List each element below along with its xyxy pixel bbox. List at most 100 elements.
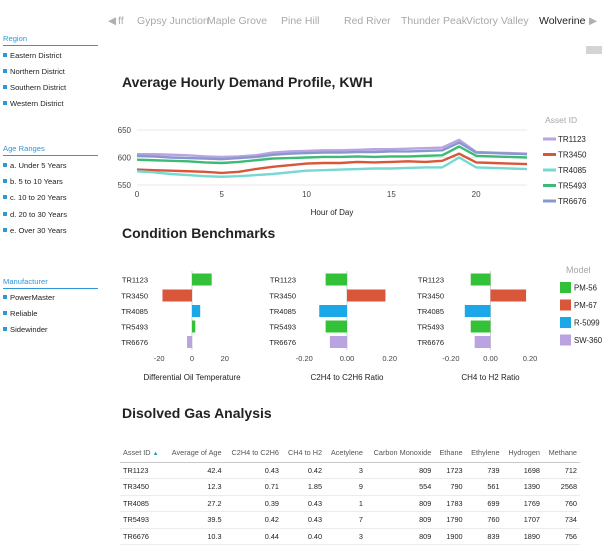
table-cell: 554	[365, 478, 435, 496]
bar-category-label: TR6676	[417, 338, 444, 347]
table-cell: 1390	[502, 478, 543, 496]
column-header-label: Ethylene	[471, 447, 500, 457]
legend-label: SW-360	[574, 336, 603, 345]
table-cell: 712	[542, 462, 580, 479]
x-tick-label: 15	[387, 190, 396, 199]
table-cell: 3	[325, 462, 366, 479]
table-cell: 1890	[502, 528, 543, 545]
table-cell: 3	[325, 528, 366, 545]
table-cell: 2568	[542, 478, 580, 496]
table-cell: 839	[465, 528, 503, 545]
column-header-label: Asset ID	[123, 447, 151, 457]
bar-tr3450	[162, 289, 192, 302]
column-header[interactable]: Ethane	[434, 443, 466, 463]
series-line-tr4085	[136, 156, 528, 178]
table-row[interactable]: TR3450 12.3 0.71 1.85 9 554 790 561 1390 2568	[120, 478, 580, 496]
bar-tr5493	[325, 320, 347, 333]
table-cell: 809	[365, 495, 435, 512]
x-tick-label: -0.20	[296, 354, 313, 363]
legend-label: TR5493	[558, 182, 587, 191]
bar-tr1123	[325, 273, 347, 286]
table-cell: 0.43	[224, 462, 282, 479]
column-header-label: Average of Age	[171, 447, 222, 457]
bar-category-label: TR1123	[418, 276, 444, 285]
legend-title: Asset ID	[545, 115, 577, 125]
bar-category-label: TR5493	[417, 323, 444, 332]
x-tick-label: 0	[190, 354, 194, 363]
table-cell: 1	[325, 495, 366, 512]
column-header[interactable]: Acetylene	[325, 443, 366, 463]
table-cell: TR6676	[120, 528, 165, 545]
table-cell: 739	[465, 462, 503, 479]
x-axis-label: Differential Oil Temperature	[143, 373, 241, 382]
column-header[interactable]: CH4 to H2	[281, 443, 326, 463]
x-axis-label: C2H4 to C2H6 Ratio	[311, 373, 384, 382]
table-cell: 0.43	[281, 511, 326, 529]
table-cell: 1900	[434, 528, 466, 545]
x-tick-label: 0.20	[523, 354, 538, 363]
table-cell: TR3450	[120, 478, 165, 496]
bar-tr6676	[329, 336, 347, 348]
bar-tr6676	[187, 336, 192, 348]
table-row[interactable]: TR6676 10.3 0.44 0.40 3 809 1900 839 1890 756	[120, 528, 580, 545]
column-header[interactable]: Methane	[542, 443, 580, 463]
gas-analysis-table: Asset ID ▲ Average of Age C2H4 to C2H6 CH4 t…	[120, 443, 580, 545]
x-axis-label: Hour of Day	[311, 208, 354, 217]
legend-title: Model	[566, 265, 591, 275]
bar-category-label: TR6676	[269, 338, 296, 347]
legend-label: TR4085	[558, 166, 587, 175]
column-header[interactable]: Average of Age	[164, 443, 225, 463]
table-cell: 809	[365, 511, 435, 529]
table-row[interactable]: TR1123 42.4 0.43 0.42 3 809 1723 739 1698 712	[120, 462, 580, 479]
column-header[interactable]: Ethylene	[465, 443, 503, 463]
column-header-label: Acetylene	[330, 447, 363, 457]
x-tick-label: -0.20	[442, 354, 459, 363]
bar-category-label: TR6676	[121, 338, 148, 347]
table-cell: TR1123	[120, 462, 165, 479]
table-cell: 42.4	[164, 462, 225, 479]
column-header[interactable]: Hydrogen	[502, 443, 543, 463]
column-header-label: Hydrogen	[508, 447, 540, 457]
table-cell: 1707	[502, 511, 543, 529]
x-tick-label: 0.00	[340, 354, 355, 363]
table-cell: 1.85	[281, 478, 326, 496]
column-header-label: Carbon Monoxide	[373, 447, 432, 457]
table-cell: TR4085	[120, 495, 165, 512]
table-cell: 1769	[502, 495, 543, 512]
legend-swatch-pm-67	[560, 299, 571, 311]
table-cell: 0.39	[224, 495, 282, 512]
table-cell: 0.44	[224, 528, 282, 545]
table-cell: 699	[465, 495, 503, 512]
table-cell: 1698	[502, 462, 543, 479]
column-header[interactable]: C2H4 to C2H6	[224, 443, 282, 463]
table-cell: 0.40	[281, 528, 326, 545]
table-cell: 0.71	[224, 478, 282, 496]
bar-category-label: TR3450	[269, 292, 296, 301]
x-tick-label: 5	[220, 190, 225, 199]
bar-tr6676	[474, 336, 491, 348]
table-cell: 1790	[434, 511, 466, 529]
column-header[interactable]: Asset ID ▲	[120, 443, 165, 463]
legend-label: TR1123	[558, 135, 586, 144]
x-axis-label: CH4 to H2 Ratio	[461, 373, 520, 382]
legend-label: TR3450	[558, 151, 587, 160]
column-header[interactable]: Carbon Monoxide	[365, 443, 435, 463]
table-cell: 0.43	[281, 495, 326, 512]
y-tick-label: 650	[118, 126, 132, 135]
x-tick-label: -20	[154, 354, 165, 363]
bar-category-label: TR1123	[122, 276, 148, 285]
bar-tr5493	[470, 320, 491, 333]
table-row[interactable]: TR4085 27.2 0.39 0.43 1 809 1783 699 1769 760	[120, 495, 580, 512]
table-cell: TR5493	[120, 511, 165, 529]
bar-category-label: TR5493	[121, 323, 148, 332]
legend-label: R-5099	[574, 319, 600, 328]
x-tick-label: 20	[472, 190, 481, 199]
table-cell: 39.5	[164, 511, 225, 529]
legend-label: PM-56	[574, 284, 597, 293]
table-cell: 561	[465, 478, 503, 496]
table-row[interactable]: TR5493 39.5 0.42 0.43 7 809 1790 760 1707 734	[120, 511, 580, 529]
bar-category-label: TR1123	[270, 276, 296, 285]
y-tick-label: 600	[118, 154, 132, 163]
table-cell: 809	[365, 462, 435, 479]
column-header-label: CH4 to H2	[287, 447, 323, 457]
